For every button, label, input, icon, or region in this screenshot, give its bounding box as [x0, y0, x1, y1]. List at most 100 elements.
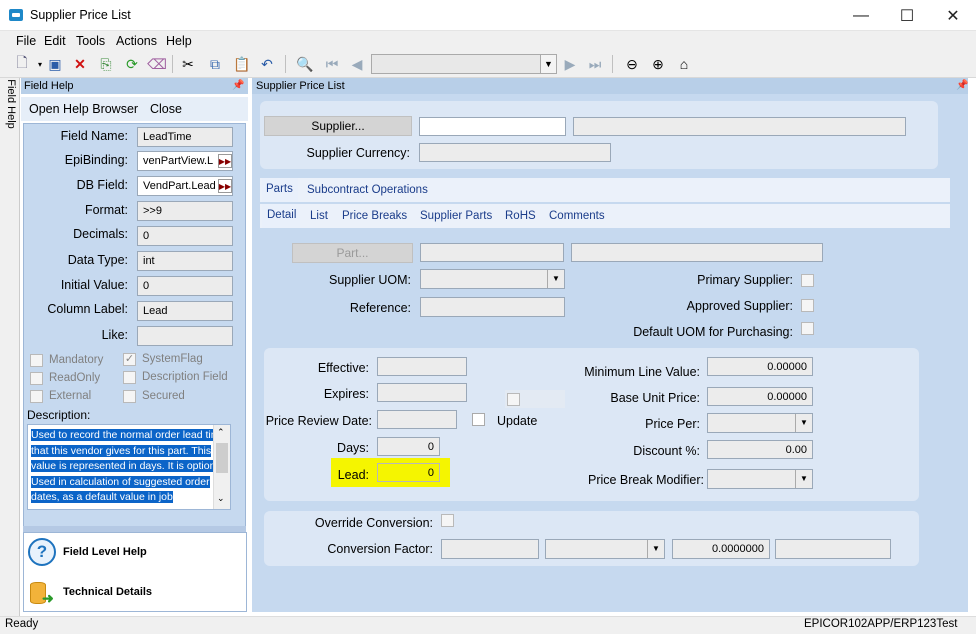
- db-field-label: DB Field:: [76, 178, 128, 192]
- reference-label: Reference:: [349, 301, 411, 315]
- navigate-icon[interactable]: ▶▶: [218, 179, 232, 193]
- field-level-help-link[interactable]: Field Level Help: [63, 546, 147, 558]
- tab-detail[interactable]: Detail: [262, 204, 300, 228]
- dock-tab-field-help[interactable]: Field Help: [5, 79, 17, 129]
- home-icon[interactable]: ⌂: [674, 55, 694, 73]
- part-number-field: [420, 243, 564, 262]
- first-record-icon[interactable]: ⏮: [322, 55, 342, 73]
- delete-icon[interactable]: ✕: [70, 55, 90, 73]
- primary-supplier-checkbox: [801, 274, 814, 287]
- supplier-currency-field: [419, 143, 611, 162]
- refresh-icon[interactable]: ⟳: [122, 55, 142, 73]
- toolbar-separator: [172, 55, 173, 73]
- search-icon[interactable]: 🔍: [295, 55, 315, 73]
- chevron-down-icon[interactable]: ▼: [795, 414, 812, 432]
- data-type-value: int: [137, 251, 233, 271]
- navigate-icon[interactable]: ▶▶: [218, 154, 232, 168]
- days-field: 0: [377, 437, 440, 456]
- chevron-down-icon[interactable]: ▼: [540, 54, 557, 74]
- price-review-date-field: [377, 410, 457, 429]
- chevron-down-icon[interactable]: ▼: [547, 270, 564, 288]
- description-textbox[interactable]: Used to record the normal order lead tim…: [27, 424, 231, 510]
- systemflag-label: SystemFlag: [142, 353, 203, 365]
- update-checkbox[interactable]: [472, 413, 485, 426]
- supplier-uom-combo[interactable]: [420, 269, 565, 289]
- minimum-line-value-field: 0.00000: [707, 357, 813, 376]
- initial-value-label: Initial Value:: [60, 278, 128, 292]
- discount-field: 0.00: [707, 440, 813, 459]
- back-icon[interactable]: ⊖: [622, 55, 642, 73]
- expires-date-field: [377, 383, 467, 402]
- mandatory-label: Mandatory: [49, 354, 104, 366]
- expires-label: Expires:: [323, 387, 369, 401]
- clear-icon[interactable]: ⌫: [147, 55, 167, 73]
- pin-icon[interactable]: 📌: [232, 80, 244, 91]
- scroll-down-icon[interactable]: ⌄: [217, 493, 225, 504]
- chevron-down-icon[interactable]: ▼: [795, 470, 812, 488]
- menu-edit[interactable]: Edit: [44, 34, 66, 48]
- forward-icon[interactable]: ⊕: [648, 55, 668, 73]
- lead-time-field[interactable]: 0: [377, 463, 440, 482]
- format-value: >>9: [137, 201, 233, 221]
- part-button[interactable]: Part...: [292, 243, 413, 263]
- epibinding-label: EpiBinding:: [64, 153, 128, 167]
- description-field-label: Description Field: [142, 371, 228, 383]
- minimize-button[interactable]: —: [838, 0, 884, 31]
- base-unit-price-label: Base Unit Price:: [610, 391, 700, 405]
- mandatory-checkbox: [30, 354, 43, 367]
- column-label-value: Lead: [137, 301, 233, 321]
- app-icon: [9, 9, 23, 21]
- decimals-value: 0: [137, 226, 233, 246]
- conversion-uom-field: [441, 539, 539, 559]
- chevron-down-icon[interactable]: ▼: [647, 540, 664, 558]
- supplier-id-input[interactable]: [419, 117, 566, 136]
- scroll-thumb[interactable]: [216, 443, 228, 473]
- pin-icon[interactable]: 📌: [956, 80, 968, 91]
- description-field-checkbox: [123, 371, 136, 384]
- price-review-date-label: Price Review Date:: [265, 414, 372, 428]
- tab-subcontract-operations[interactable]: Subcontract Operations: [307, 184, 428, 196]
- initial-value-value: 0: [137, 276, 233, 296]
- copy-icon[interactable]: ⧉: [205, 55, 225, 73]
- tab-rohs[interactable]: RoHS: [505, 210, 536, 222]
- field-name-value: LeadTime: [137, 127, 233, 147]
- column-label-label: Column Label:: [47, 302, 128, 316]
- tab-price-breaks[interactable]: Price Breaks: [342, 210, 407, 222]
- supplier-button[interactable]: Supplier...: [264, 116, 412, 136]
- undo-icon[interactable]: ↶: [257, 55, 277, 73]
- close-help-button[interactable]: Close: [150, 102, 182, 116]
- open-help-browser-button[interactable]: Open Help Browser: [29, 102, 138, 116]
- price-per-label: Price Per:: [645, 417, 700, 431]
- description-scrollbar[interactable]: ⌃ ⌄: [213, 425, 230, 509]
- new-icon[interactable]: 🗋: [12, 54, 32, 73]
- secured-label: Secured: [142, 390, 185, 402]
- menu-tools[interactable]: Tools: [76, 34, 105, 48]
- scroll-up-icon[interactable]: ⌃: [217, 427, 225, 438]
- lead-label: Lead:: [337, 468, 369, 482]
- menu-help[interactable]: Help: [166, 34, 192, 48]
- last-record-icon[interactable]: ⏭: [585, 55, 605, 73]
- menu-actions[interactable]: Actions: [116, 34, 157, 48]
- readonly-checkbox: [30, 372, 43, 385]
- secured-checkbox: [123, 390, 136, 403]
- help-icon[interactable]: ?: [28, 538, 56, 566]
- maximize-button[interactable]: ☐: [884, 0, 930, 31]
- close-window-button[interactable]: ✕: [930, 0, 976, 31]
- supplier-uom-label: Supplier UOM:: [329, 273, 411, 287]
- tab-list[interactable]: List: [310, 210, 328, 222]
- supplier-currency-label: Supplier Currency:: [306, 146, 410, 160]
- attach-icon[interactable]: ⎘: [96, 55, 116, 73]
- save-icon[interactable]: ▣: [45, 55, 65, 73]
- toolbar-separator: [285, 55, 286, 73]
- paste-icon[interactable]: 📋: [232, 55, 252, 73]
- tab-comments[interactable]: Comments: [549, 210, 605, 222]
- record-navigator-combo[interactable]: [371, 54, 557, 74]
- previous-record-icon[interactable]: ◀: [347, 55, 367, 73]
- menu-file[interactable]: File: [16, 34, 36, 48]
- technical-details-link[interactable]: Technical Details: [63, 586, 152, 598]
- tab-supplier-parts[interactable]: Supplier Parts: [420, 210, 492, 222]
- next-record-icon[interactable]: ▶: [560, 55, 580, 73]
- cut-icon[interactable]: ✂: [178, 55, 198, 73]
- tab-parts[interactable]: Parts: [262, 178, 298, 202]
- database-icon[interactable]: ➜: [28, 580, 56, 606]
